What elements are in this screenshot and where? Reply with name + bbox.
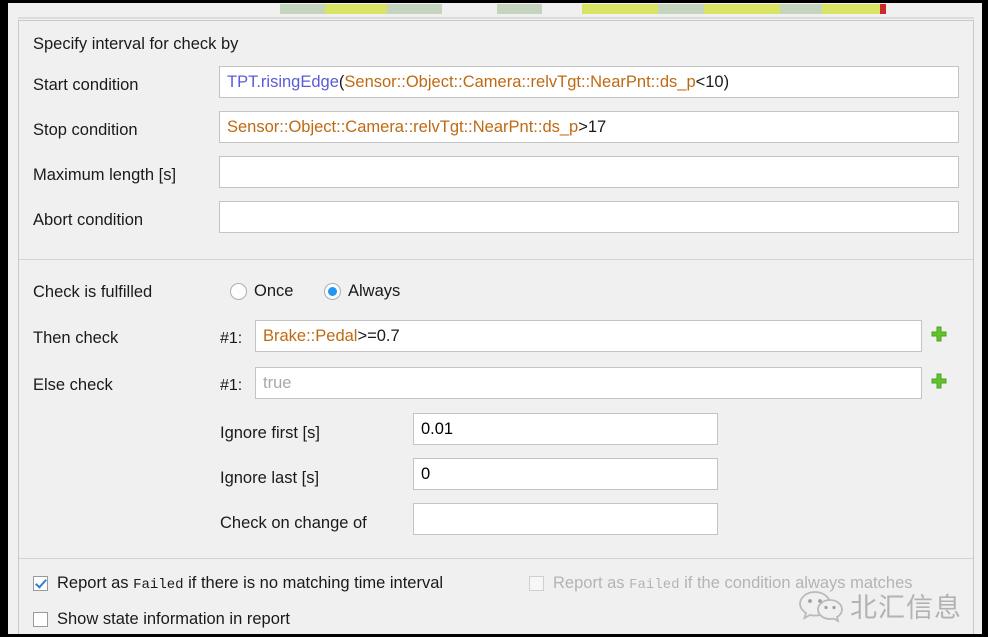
else-check-index: #1: [220,377,243,394]
strip-baseline [18,17,974,19]
plus-icon [931,326,947,342]
signal-segment-6 [704,4,780,14]
signal-segment-8 [822,4,880,14]
ignore-first-input[interactable]: 0.01 [413,413,718,445]
section-divider-bottom [19,558,973,559]
maximum-length-input[interactable] [219,156,959,188]
report-always-matches-checkbox-row: Report as Failed if the condition always… [529,574,913,593]
stop-condition-token-1: >17 [578,117,607,136]
then-check-index: #1: [220,330,243,347]
check-on-change-input[interactable] [413,503,718,535]
report-always-matches-suffix: if the condition always matches [679,574,913,592]
else-check-value: true [263,373,292,392]
signal-segment-9 [880,4,886,14]
signal-segment-0 [280,4,325,14]
then-check-add-button[interactable] [930,325,948,343]
show-state-label: Show state information in report [57,610,290,628]
abort-condition-input[interactable] [219,201,959,233]
report-no-match-checkbox-row[interactable]: Report as Failed if there is no matching… [33,574,443,593]
plus-icon [931,373,947,389]
ignore-first-label: Ignore first [s] [220,424,320,442]
signal-segment-2 [387,4,442,14]
radio-always-label: Always [348,282,401,300]
interval-section-heading: Specify interval for check by [33,35,239,53]
then-check-input[interactable]: Brake::Pedal >=0.7 [255,320,922,352]
report-always-matches-label: Report as Failed if the condition always… [553,574,913,593]
report-no-match-checkbox[interactable] [33,576,48,591]
show-state-checkbox-row[interactable]: Show state information in report [33,610,290,629]
start-condition-label: Start condition [33,76,139,94]
report-no-match-suffix: if there is no matching time interval [183,574,444,592]
check-on-change-label: Check on change of [220,514,367,532]
else-check-input[interactable]: true [255,367,922,399]
else-check-add-button[interactable] [930,372,948,390]
signal-segment-4 [582,4,658,14]
signal-segment-7 [780,4,822,14]
signal-status-strip [8,3,982,15]
signal-segment-1 [325,4,387,14]
maximum-length-label: Maximum length [s] [33,166,177,184]
signal-segment-5 [658,4,704,14]
report-always-matches-prefix: Report as [553,574,630,592]
radio-option-always[interactable]: Always [324,282,400,301]
start-condition-input[interactable]: TPT.risingEdge(Sensor::Object::Camera::r… [219,66,959,98]
else-check-label: Else check [33,376,113,394]
ignore-last-input[interactable]: 0 [413,458,718,490]
radio-option-once[interactable]: Once [230,282,293,301]
report-always-matches-code: Failed [629,577,680,593]
ignore-last-label: Ignore last [s] [220,469,320,487]
then-check-token-1: >=0.7 [357,326,400,345]
stop-condition-input[interactable]: Sensor::Object::Camera::relvTgt::NearPnt… [219,111,959,143]
tpt-assesslet-window: Specify interval for check by Start cond… [0,0,988,637]
check-configuration-panel: Specify interval for check by Start cond… [18,20,974,634]
section-divider-top [19,259,973,260]
start-condition-token-0: TPT.risingEdge [227,72,339,91]
then-check-token-0: Brake::Pedal [263,326,358,345]
report-no-match-prefix: Report as [57,574,134,592]
radio-once-indicator[interactable] [230,283,247,300]
radio-always-indicator[interactable] [324,283,341,300]
check-fulfilled-label: Check is fulfilled [33,283,153,301]
stop-condition-token-0: Sensor::Object::Camera::relvTgt::NearPnt… [227,117,579,136]
show-state-checkbox[interactable] [33,612,48,627]
start-condition-token-3: <10) [695,72,730,91]
abort-condition-label: Abort condition [33,211,144,229]
stop-condition-label: Stop condition [33,121,138,139]
report-no-match-code: Failed [133,577,184,593]
report-always-matches-checkbox [529,576,544,591]
signal-segment-3 [497,4,542,14]
report-no-match-label: Report as Failed if there is no matching… [57,574,443,593]
radio-once-label: Once [254,282,294,300]
start-condition-token-2: Sensor::Object::Camera::relvTgt::NearPnt… [344,72,696,91]
then-check-label: Then check [33,329,119,347]
